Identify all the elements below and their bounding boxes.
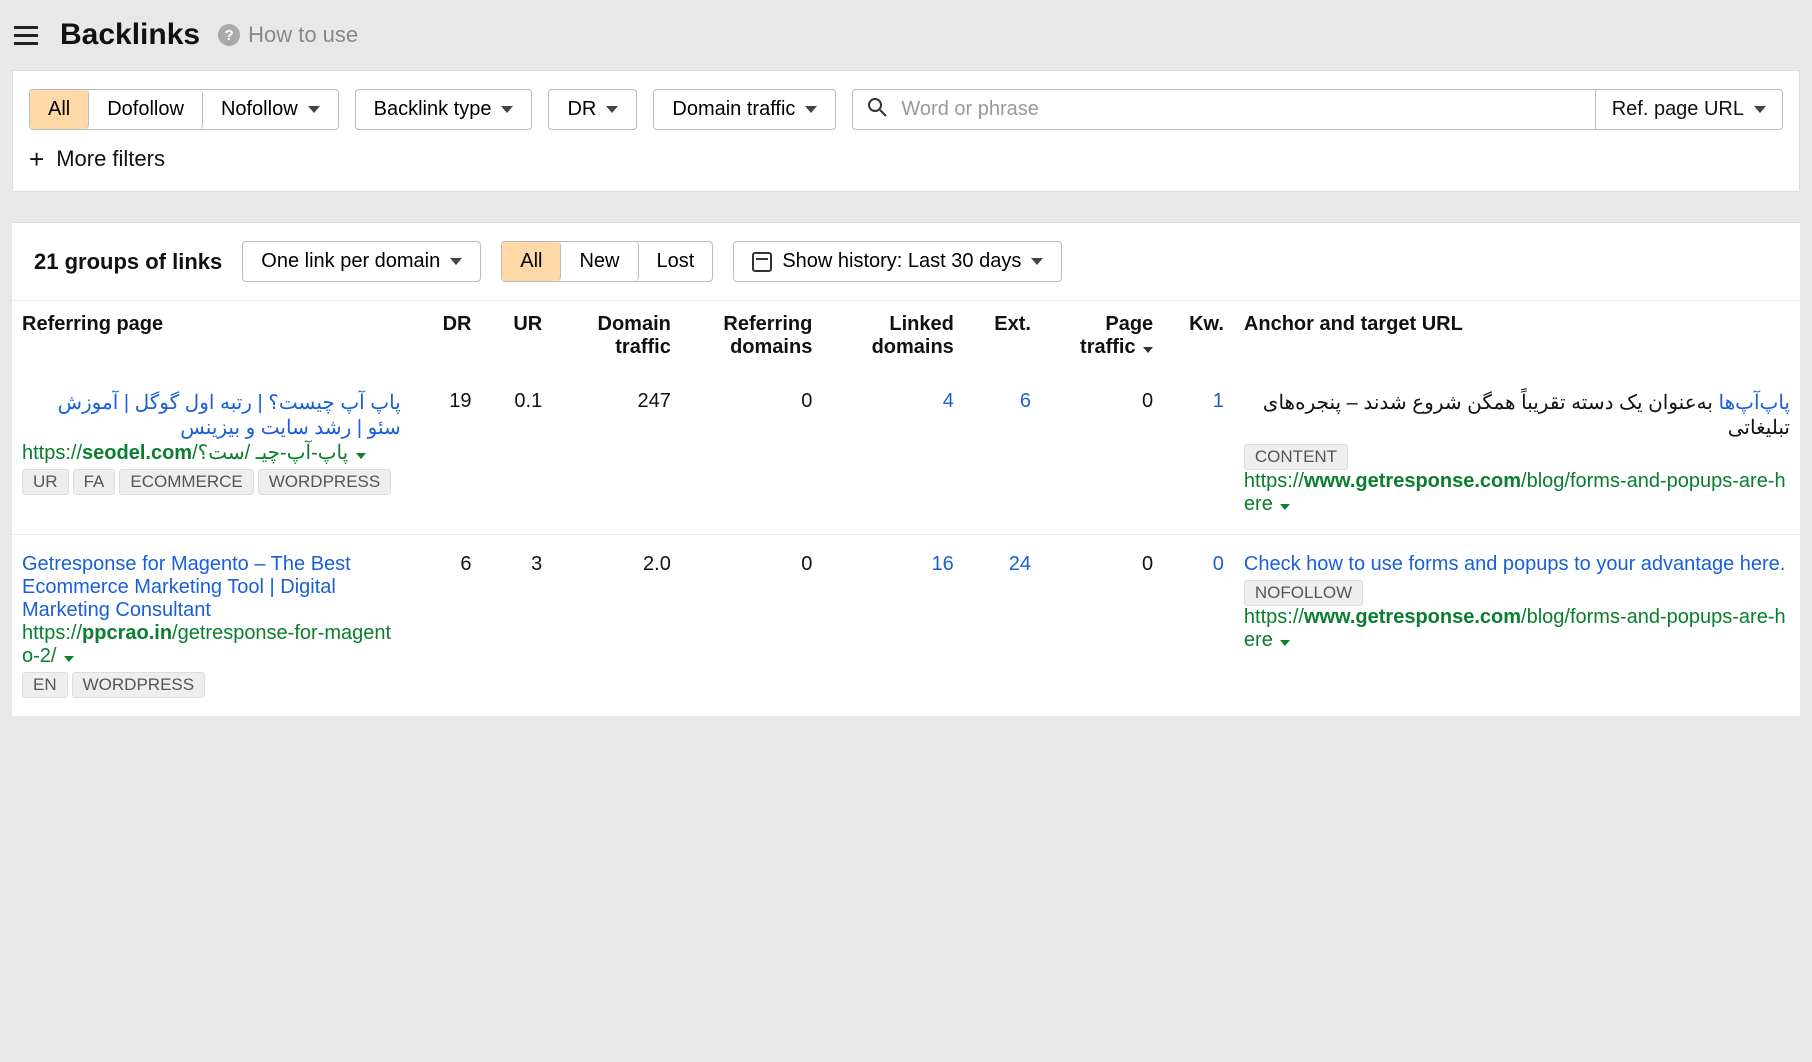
cell-ur: 0.1 [481,372,552,535]
col-anchor[interactable]: Anchor and target URL [1234,301,1800,372]
cell-page-traffic: 0 [1041,372,1163,535]
filter-dofollow[interactable]: Dofollow [89,90,203,129]
status-new[interactable]: New [561,242,638,281]
search-input[interactable] [897,90,1594,129]
chevron-down-icon [1280,640,1290,646]
chevron-down-icon [356,453,366,459]
tag: WORDPRESS [72,672,205,698]
filter-all[interactable]: All [30,90,89,129]
anchor-link[interactable]: Check how to use forms and popups to you… [1244,553,1785,575]
col-ext[interactable]: Ext. [964,301,1041,372]
anchor-rest: به‌عنوان یک دسته تقریباً همگن شروع شدند … [1263,392,1790,439]
chevron-down-icon [64,656,74,662]
col-kw[interactable]: Kw. [1163,301,1234,372]
tag: WORDPRESS [258,469,391,495]
target-url[interactable]: https://www.getresponse.com/blog/forms-a… [1244,470,1790,516]
cell-linked-domains[interactable]: 16 [932,553,954,575]
chevron-down-icon [308,106,320,113]
follow-filter-group: All Dofollow Nofollow [29,89,339,130]
sort-desc-icon [1143,347,1153,353]
filter-dr[interactable]: DR [548,89,637,130]
cell-page-traffic: 0 [1041,535,1163,717]
anchor-tag: NOFOLLOW [1244,580,1363,606]
plus-icon: + [29,146,44,172]
tags: URFAECOMMERCEWORDPRESS [22,465,401,495]
anchor-text: پاپ‌آپ‌ها به‌عنوان یک دسته تقریباً همگن … [1244,390,1790,440]
tag: FA [73,469,116,495]
link-scope-label: One link per domain [261,250,440,273]
col-referring-domains[interactable]: Referring domains [681,301,822,372]
filter-dr-label: DR [567,98,596,121]
chevron-down-icon [606,106,618,113]
help-icon: ? [218,24,240,46]
status-lost[interactable]: Lost [639,242,713,281]
search-icon [853,97,897,122]
menu-icon[interactable] [10,19,42,51]
link-scope-dropdown[interactable]: One link per domain [242,241,481,282]
anchor-tag: CONTENT [1244,444,1348,470]
chevron-down-icon [501,106,513,113]
more-filters-button[interactable]: + More filters [29,146,165,172]
tag: UR [22,469,69,495]
cell-ur: 3 [481,535,552,717]
search-scope-label: Ref. page URL [1612,98,1744,121]
col-referring-page[interactable]: Referring page [12,301,411,372]
cell-referring-domains: 0 [681,535,822,717]
filter-backlink-type[interactable]: Backlink type [355,89,533,130]
more-filters-label: More filters [56,146,165,172]
referring-page-title[interactable]: پاپ آپ چیست؟ | رتبه اول گوگل | آموزش سئو… [22,390,401,440]
col-ur[interactable]: UR [481,301,552,372]
anchor-link[interactable]: پاپ‌آپ‌ها [1718,392,1790,414]
how-to-use-link[interactable]: ? How to use [218,22,358,48]
history-label: Show history: Last 30 days [782,250,1021,273]
filter-nofollow-label: Nofollow [221,98,298,121]
search-box: Ref. page URL [852,89,1783,130]
table-row: پاپ آپ چیست؟ | رتبه اول گوگل | آموزش سئو… [12,372,1800,535]
chevron-down-icon [805,106,817,113]
referring-page-title[interactable]: Getresponse for Magento – The Best Ecomm… [22,553,401,622]
backlinks-table: Referring page DR UR Domain traffic Refe… [12,301,1800,716]
anchor-text: Check how to use forms and popups to you… [1244,553,1790,576]
cell-ext[interactable]: 24 [1009,553,1031,575]
calendar-icon [752,252,772,272]
target-url[interactable]: https://www.getresponse.com/blog/forms-a… [1244,606,1790,652]
cell-domain-traffic: 2.0 [552,535,681,717]
cell-kw[interactable]: 0 [1213,553,1224,575]
cell-kw[interactable]: 1 [1213,390,1224,412]
col-dr[interactable]: DR [411,301,482,372]
col-domain-traffic[interactable]: Domain traffic [552,301,681,372]
col-linked-domains[interactable]: Linked domains [822,301,963,372]
filter-nofollow[interactable]: Nofollow [203,90,338,129]
chevron-down-icon [1031,258,1043,265]
cell-dr: 19 [411,372,482,535]
referring-page-url[interactable]: https://seodel.com/پاپ-آپ-چیـ /ست؟ [22,440,401,465]
referring-page-url[interactable]: https://ppcrao.in/getresponse-for-magent… [22,622,401,668]
tags: ENWORDPRESS [22,668,401,698]
table-row: Getresponse for Magento – The Best Ecomm… [12,535,1800,717]
cell-ext[interactable]: 6 [1020,390,1031,412]
history-dropdown[interactable]: Show history: Last 30 days [733,241,1062,282]
cell-linked-domains[interactable]: 4 [943,390,954,412]
chevron-down-icon [1280,504,1290,510]
tag: ECOMMERCE [119,469,253,495]
col-page-traffic[interactable]: Page traffic [1041,301,1163,372]
chevron-down-icon [1754,106,1766,113]
search-scope-dropdown[interactable]: Ref. page URL [1595,90,1782,129]
status-all[interactable]: All [502,242,561,281]
filter-domain-traffic[interactable]: Domain traffic [653,89,836,130]
cell-domain-traffic: 247 [552,372,681,535]
how-to-use-label: How to use [248,22,358,48]
cell-referring-domains: 0 [681,372,822,535]
filter-backlink-type-label: Backlink type [374,98,492,121]
cell-dr: 6 [411,535,482,717]
chevron-down-icon [450,258,462,265]
filter-domain-traffic-label: Domain traffic [672,98,795,121]
tag: EN [22,672,68,698]
status-filter-group: All New Lost [501,241,713,282]
groups-count: 21 groups of links [34,249,222,275]
page-title: Backlinks [60,18,200,52]
